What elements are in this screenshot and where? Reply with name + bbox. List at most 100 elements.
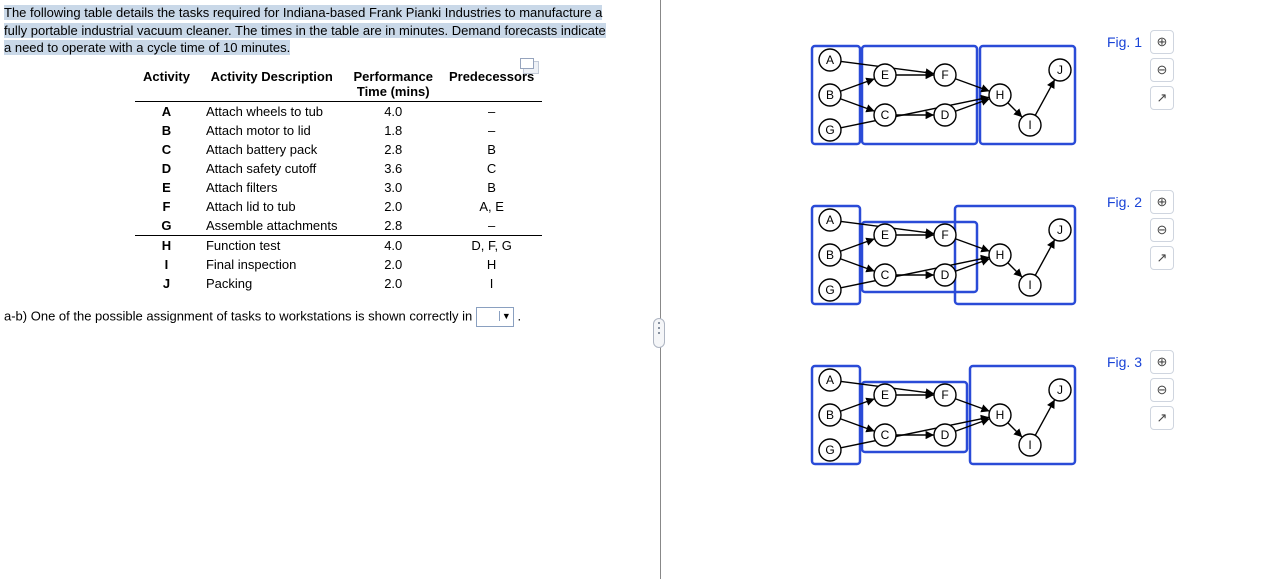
cell-time: 2.0 (345, 255, 440, 274)
cell-time: 2.8 (345, 140, 440, 159)
svg-text:E: E (881, 388, 889, 402)
open-external-icon[interactable]: ↗ (1150, 246, 1174, 270)
cell-predecessors: B (441, 178, 542, 197)
svg-text:F: F (941, 68, 948, 82)
intro-line-2: fully portable industrial vacuum cleaner… (4, 23, 606, 38)
svg-text:E: E (881, 68, 889, 82)
cell-activity: F (135, 197, 198, 216)
divider-handle[interactable] (653, 318, 665, 348)
svg-text:A: A (826, 53, 834, 67)
answer-dropdown[interactable] (476, 307, 514, 327)
cell-predecessors: – (441, 121, 542, 140)
figure-2-controls: ⊕ ⊖ ↗ (1150, 190, 1178, 274)
svg-text:F: F (941, 388, 948, 402)
cell-time: 1.8 (345, 121, 440, 140)
svg-text:B: B (826, 88, 834, 102)
figure-1: Fig. 1 ABGECFDHIJ (800, 40, 1090, 170)
zoom-out-icon[interactable]: ⊖ (1150, 378, 1174, 402)
cell-description: Final inspection (198, 255, 346, 274)
question-period: . (517, 308, 521, 323)
cell-predecessors: – (441, 216, 542, 236)
pane-divider (660, 0, 661, 579)
svg-text:J: J (1057, 63, 1063, 77)
svg-text:A: A (826, 213, 834, 227)
zoom-in-icon[interactable]: ⊕ (1150, 30, 1174, 54)
svg-text:G: G (825, 123, 834, 137)
cell-description: Function test (198, 235, 346, 255)
table-row: IFinal inspection2.0H (135, 255, 542, 274)
cell-time: 2.0 (345, 274, 440, 293)
cell-predecessors: I (441, 274, 542, 293)
svg-text:H: H (996, 248, 1005, 262)
cell-activity: I (135, 255, 198, 274)
cell-activity: J (135, 274, 198, 293)
svg-text:G: G (825, 443, 834, 457)
svg-text:D: D (941, 428, 950, 442)
cell-time: 3.0 (345, 178, 440, 197)
cell-time: 4.0 (345, 101, 440, 121)
zoom-in-icon[interactable]: ⊕ (1150, 350, 1174, 374)
cell-description: Packing (198, 274, 346, 293)
cell-activity: H (135, 235, 198, 255)
col-description: Activity Description (198, 67, 346, 102)
zoom-in-icon[interactable]: ⊕ (1150, 190, 1174, 214)
cell-time: 2.0 (345, 197, 440, 216)
cell-activity: B (135, 121, 198, 140)
table-row: BAttach motor to lid1.8– (135, 121, 542, 140)
intro-line-3a: a need to operate with a cycle time of (4, 40, 223, 55)
cell-description: Attach lid to tub (198, 197, 346, 216)
svg-text:D: D (941, 108, 950, 122)
cell-time: 2.8 (345, 216, 440, 236)
figure-1-label: Fig. 1 (1107, 34, 1142, 50)
figure-3: Fig. 3 ABGECFDHIJ (800, 360, 1090, 490)
table-row: CAttach battery pack2.8B (135, 140, 542, 159)
zoom-out-icon[interactable]: ⊖ (1150, 58, 1174, 82)
table-row: EAttach filters3.0B (135, 178, 542, 197)
figure-2: Fig. 2 ABGECFDHIJ (800, 200, 1090, 330)
cell-activity: E (135, 178, 198, 197)
cell-activity: D (135, 159, 198, 178)
svg-text:B: B (826, 248, 834, 262)
svg-text:C: C (881, 268, 890, 282)
cell-predecessors: – (441, 101, 542, 121)
zoom-out-icon[interactable]: ⊖ (1150, 218, 1174, 242)
open-external-icon[interactable]: ↗ (1150, 86, 1174, 110)
svg-text:E: E (881, 228, 889, 242)
figure-1-controls: ⊕ ⊖ ↗ (1150, 30, 1178, 114)
cell-activity: A (135, 101, 198, 121)
svg-text:J: J (1057, 383, 1063, 397)
question-row: a-b) One of the possible assignment of t… (4, 307, 650, 327)
svg-text:J: J (1057, 223, 1063, 237)
table-row: FAttach lid to tub2.0A, E (135, 197, 542, 216)
table-row: DAttach safety cutoff3.6C (135, 159, 542, 178)
cell-activity: C (135, 140, 198, 159)
cell-predecessors: D, F, G (441, 235, 542, 255)
popout-icon[interactable] (520, 58, 534, 69)
open-external-icon[interactable]: ↗ (1150, 406, 1174, 430)
svg-text:I: I (1028, 438, 1031, 452)
cell-time: 3.6 (345, 159, 440, 178)
cell-predecessors: C (441, 159, 542, 178)
cell-description: Attach filters (198, 178, 346, 197)
figure-3-controls: ⊕ ⊖ ↗ (1150, 350, 1178, 434)
cell-description: Assemble attachments (198, 216, 346, 236)
cell-description: Attach wheels to tub (198, 101, 346, 121)
svg-text:G: G (825, 283, 834, 297)
intro-line-3c: minutes. (237, 40, 290, 55)
table-row: HFunction test4.0D, F, G (135, 235, 542, 255)
cell-predecessors: A, E (441, 197, 542, 216)
task-table: Activity Activity Description Performanc… (135, 67, 542, 293)
svg-text:B: B (826, 408, 834, 422)
svg-text:A: A (826, 373, 834, 387)
col-activity: Activity (135, 67, 198, 102)
intro-line-1: The following table details the tasks re… (4, 5, 602, 20)
cell-description: Attach motor to lid (198, 121, 346, 140)
cell-predecessors: H (441, 255, 542, 274)
cell-description: Attach battery pack (198, 140, 346, 159)
cell-activity: G (135, 216, 198, 236)
cell-time: 4.0 (345, 235, 440, 255)
problem-intro: The following table details the tasks re… (0, 0, 650, 59)
intro-cycle-time: 10 (223, 40, 237, 55)
col-predecessors: Predecessors (441, 67, 542, 102)
figure-3-label: Fig. 3 (1107, 354, 1142, 370)
